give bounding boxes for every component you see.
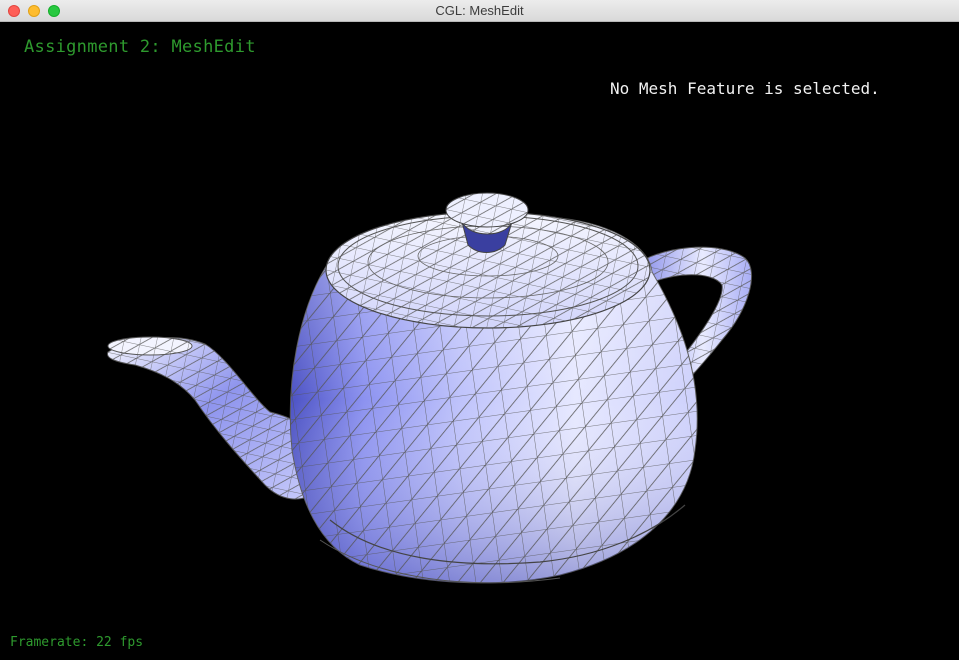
app-window: CGL: MeshEdit Assignment 2: MeshEdit No … bbox=[0, 0, 959, 660]
app-heading: Assignment 2: MeshEdit bbox=[24, 37, 256, 57]
window-title: CGL: MeshEdit bbox=[435, 3, 524, 18]
title-bar: CGL: MeshEdit bbox=[0, 0, 959, 22]
teapot-mesh-viewport[interactable] bbox=[0, 22, 959, 660]
teapot-lid bbox=[325, 211, 651, 329]
framerate-readout: Framerate: 22 fps bbox=[10, 635, 144, 650]
render-viewport[interactable]: Assignment 2: MeshEdit No Mesh Feature i… bbox=[0, 22, 959, 660]
selection-status-text: No Mesh Feature is selected. bbox=[610, 79, 880, 98]
